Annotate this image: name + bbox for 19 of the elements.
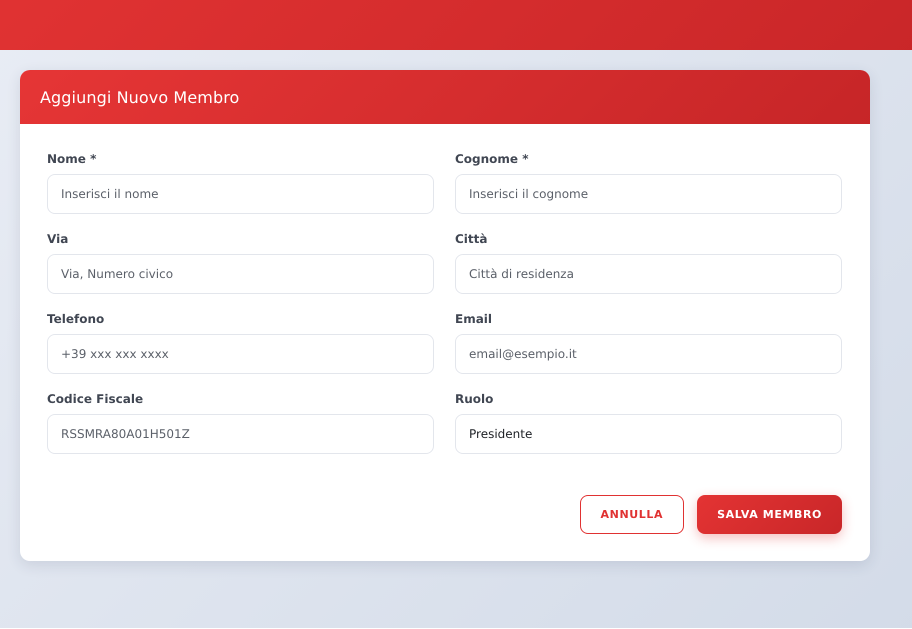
input-field[interactable]: email@esempio.it [455,334,842,374]
save-button[interactable]: SALVA MEMBRO [697,495,842,534]
field-label: Ruolo [455,392,494,406]
input-field[interactable]: Inserisci il nome [47,174,434,214]
input-field[interactable]: Inserisci il cognome [455,174,842,214]
input-field[interactable]: Città di residenza [455,254,842,294]
input-field[interactable]: Via, Numero civico [47,254,434,294]
field-label: Via [47,232,70,246]
field-label: Codice Fiscale [47,392,144,406]
field-label: Cognome * [455,152,530,166]
field-label: Email [455,312,494,326]
input-field[interactable]: Presidente [455,414,842,454]
field-label: Nome * [47,152,98,166]
cancel-button[interactable]: ANNULLA [580,495,684,534]
input-field[interactable]: RSSMRA80A01H501Z [47,414,434,454]
input-field[interactable]: +39 xxx xxx xxxx [47,334,434,374]
field-label: Città [455,232,488,246]
dialog-title: Aggiungi Nuovo Membro [40,88,240,106]
field-label: Telefono [47,312,106,326]
